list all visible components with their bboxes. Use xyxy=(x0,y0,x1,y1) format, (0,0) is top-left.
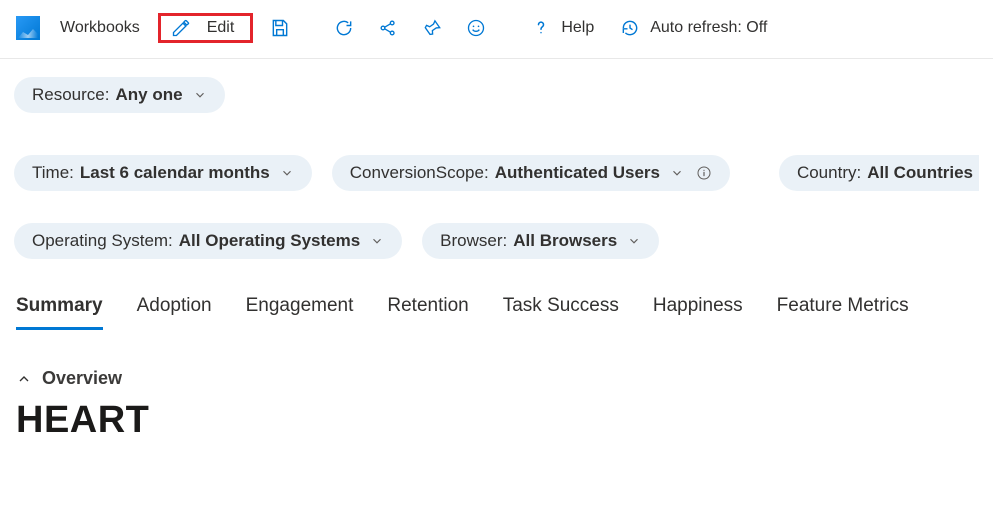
pin-icon xyxy=(422,18,442,38)
workbooks-app-icon xyxy=(16,16,40,40)
browser-param[interactable]: Browser: All Browsers xyxy=(422,223,659,259)
tab-feature-metrics[interactable]: Feature Metrics xyxy=(777,287,909,330)
share-icon xyxy=(378,18,398,38)
help-button[interactable]: Help xyxy=(521,14,604,42)
tab-label: Adoption xyxy=(137,295,212,316)
page-title: HEART xyxy=(16,399,977,442)
workbooks-button[interactable]: Workbooks xyxy=(50,15,150,41)
tab-strip: Summary Adoption Engagement Retention Ta… xyxy=(0,277,993,330)
autorefresh-button[interactable]: Auto refresh: Off xyxy=(610,14,777,42)
parameter-bar: Resource: Any one Time: Last 6 calendar … xyxy=(0,59,993,277)
overview-label: Overview xyxy=(42,368,122,389)
country-param-value: All Countries xyxy=(867,163,973,183)
tab-label: Feature Metrics xyxy=(777,295,909,316)
os-param-value: All Operating Systems xyxy=(179,231,360,251)
history-icon xyxy=(620,18,640,38)
resource-param-value: Any one xyxy=(115,85,182,105)
time-param[interactable]: Time: Last 6 calendar months xyxy=(14,155,312,191)
content-area: Overview HEART xyxy=(0,330,993,442)
os-param[interactable]: Operating System: All Operating Systems xyxy=(14,223,402,259)
refresh-icon xyxy=(334,18,354,38)
overview-toggle[interactable]: Overview xyxy=(16,368,977,389)
country-param[interactable]: Country: All Countries xyxy=(779,155,979,191)
workbooks-label: Workbooks xyxy=(60,19,140,37)
tab-label: Retention xyxy=(387,295,468,316)
pin-button[interactable] xyxy=(413,10,451,46)
edit-label: Edit xyxy=(207,19,235,37)
feedback-button[interactable] xyxy=(457,10,495,46)
tab-happiness[interactable]: Happiness xyxy=(653,287,743,330)
help-icon xyxy=(531,18,551,38)
chevron-down-icon xyxy=(193,88,207,102)
edit-button[interactable]: Edit xyxy=(158,13,254,43)
conversion-param-label: ConversionScope: xyxy=(350,163,489,183)
tab-task-success[interactable]: Task Success xyxy=(503,287,619,330)
toolbar: Workbooks Edit Help Auto refresh: Off xyxy=(0,0,993,59)
info-icon xyxy=(696,165,712,181)
autorefresh-label: Auto refresh: Off xyxy=(650,19,767,37)
tab-label: Engagement xyxy=(246,295,354,316)
conversion-param-value: Authenticated Users xyxy=(495,163,660,183)
os-param-label: Operating System: xyxy=(32,231,173,251)
country-param-label: Country: xyxy=(797,163,861,183)
tab-engagement[interactable]: Engagement xyxy=(246,287,354,330)
edit-icon xyxy=(171,18,191,38)
browser-param-label: Browser: xyxy=(440,231,507,251)
time-param-value: Last 6 calendar months xyxy=(80,163,270,183)
tab-summary[interactable]: Summary xyxy=(16,287,103,330)
tab-adoption[interactable]: Adoption xyxy=(137,287,212,330)
save-button[interactable] xyxy=(261,10,299,46)
time-param-label: Time: xyxy=(32,163,74,183)
smiley-icon xyxy=(466,18,486,38)
chevron-down-icon xyxy=(670,166,684,180)
chevron-down-icon xyxy=(627,234,641,248)
chevron-down-icon xyxy=(280,166,294,180)
tab-label: Summary xyxy=(16,295,103,316)
tab-label: Happiness xyxy=(653,295,743,316)
chevron-up-icon xyxy=(16,371,32,387)
chevron-down-icon xyxy=(370,234,384,248)
browser-param-value: All Browsers xyxy=(513,231,617,251)
resource-param-label: Resource: xyxy=(32,85,109,105)
resource-param[interactable]: Resource: Any one xyxy=(14,77,225,113)
share-button[interactable] xyxy=(369,10,407,46)
refresh-button[interactable] xyxy=(325,10,363,46)
save-icon xyxy=(270,18,290,38)
help-label: Help xyxy=(561,19,594,37)
tab-label: Task Success xyxy=(503,295,619,316)
conversion-param[interactable]: ConversionScope: Authenticated Users xyxy=(332,155,730,191)
tab-retention[interactable]: Retention xyxy=(387,287,468,330)
